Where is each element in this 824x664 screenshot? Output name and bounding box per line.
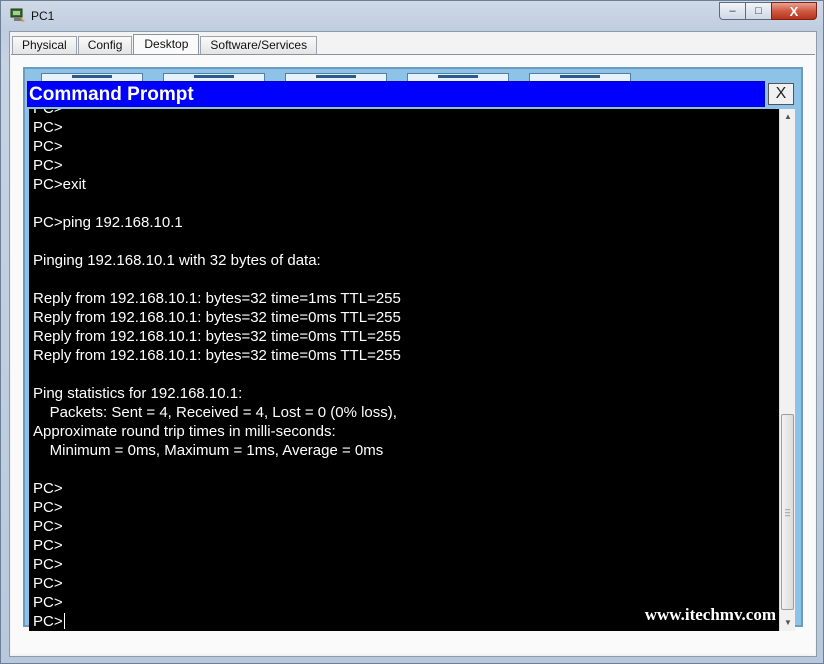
console-line: PC>exit [33,176,86,193]
text-cursor [63,613,65,629]
console-line: PC> [33,613,65,630]
tab-bar: Physical Config Desktop Software/Service… [12,34,318,55]
grip-icon: – – – [785,504,791,520]
caption-buttons: – □ X [719,2,817,21]
console-scrollbar[interactable]: ▲ – – – ▼ [779,109,795,631]
console-line: Pinging 192.168.10.1 with 32 bytes of da… [33,252,321,269]
pc-app-icon [10,8,25,22]
command-prompt-window: Command Prompt X PC>PC>PC>PC>PC>exit PC>… [27,81,799,633]
console-line: Approximate round trip times in milli-se… [33,423,336,440]
pc1-window: PC1 – □ X Physical Config Desktop Softwa… [0,0,824,664]
scroll-up-arrow-icon[interactable]: ▲ [780,109,796,125]
console-line: PC> [33,556,63,573]
console-line: PC> [33,499,63,516]
maximize-icon: □ [755,5,762,17]
console-line: Reply from 192.168.10.1: bytes=32 time=0… [33,309,401,326]
close-icon: X [775,85,787,102]
console-line: Packets: Sent = 4, Received = 4, Lost = … [33,404,397,421]
minimize-button[interactable]: – [719,2,745,20]
console-line: PC> [33,518,63,535]
console-line: PC> [33,575,63,592]
console-line: PC> [33,138,63,155]
window-title: PC1 [31,9,55,23]
console-output[interactable]: PC>PC>PC>PC>PC>exit PC>ping 192.168.10.1… [29,109,779,631]
console-line: Reply from 192.168.10.1: bytes=32 time=1… [33,290,401,307]
command-prompt-titlebar[interactable]: Command Prompt [27,81,765,107]
close-icon: X [789,3,799,19]
scroll-down-arrow-icon[interactable]: ▼ [780,615,796,631]
console-line: PC> [33,157,63,174]
tab-desktop[interactable]: Desktop [133,34,200,55]
console-line: PC> [33,594,63,611]
scrollbar-thumb[interactable]: – – – [781,414,794,610]
tab-software-services[interactable]: Software/Services [200,36,318,54]
console-line: PC> [33,480,63,497]
console-line: PC>ping 192.168.10.1 [33,214,183,231]
console-line: PC> [33,119,63,136]
command-prompt-close-button[interactable]: X [768,83,794,105]
minimize-icon: – [729,5,736,17]
tab-physical[interactable]: Physical [12,36,77,54]
close-window-button[interactable]: X [771,2,817,20]
console-lines: PC>PC>PC>PC>PC>exit PC>ping 192.168.10.1… [33,109,401,631]
console-line: PC> [33,109,401,118]
command-prompt-title: Command Prompt [29,84,194,105]
tab-config[interactable]: Config [77,36,133,54]
maximize-button[interactable]: □ [745,2,771,20]
console-line: Reply from 192.168.10.1: bytes=32 time=0… [33,328,401,345]
console-line: Ping statistics for 192.168.10.1: [33,385,243,402]
watermark: www.itechmv.com [644,605,776,624]
console-line: Reply from 192.168.10.1: bytes=32 time=0… [33,347,401,364]
console-line: Minimum = 0ms, Maximum = 1ms, Average = … [33,442,384,459]
console-line: PC> [33,537,63,554]
window-titlebar[interactable]: PC1 – □ X [1,1,823,31]
